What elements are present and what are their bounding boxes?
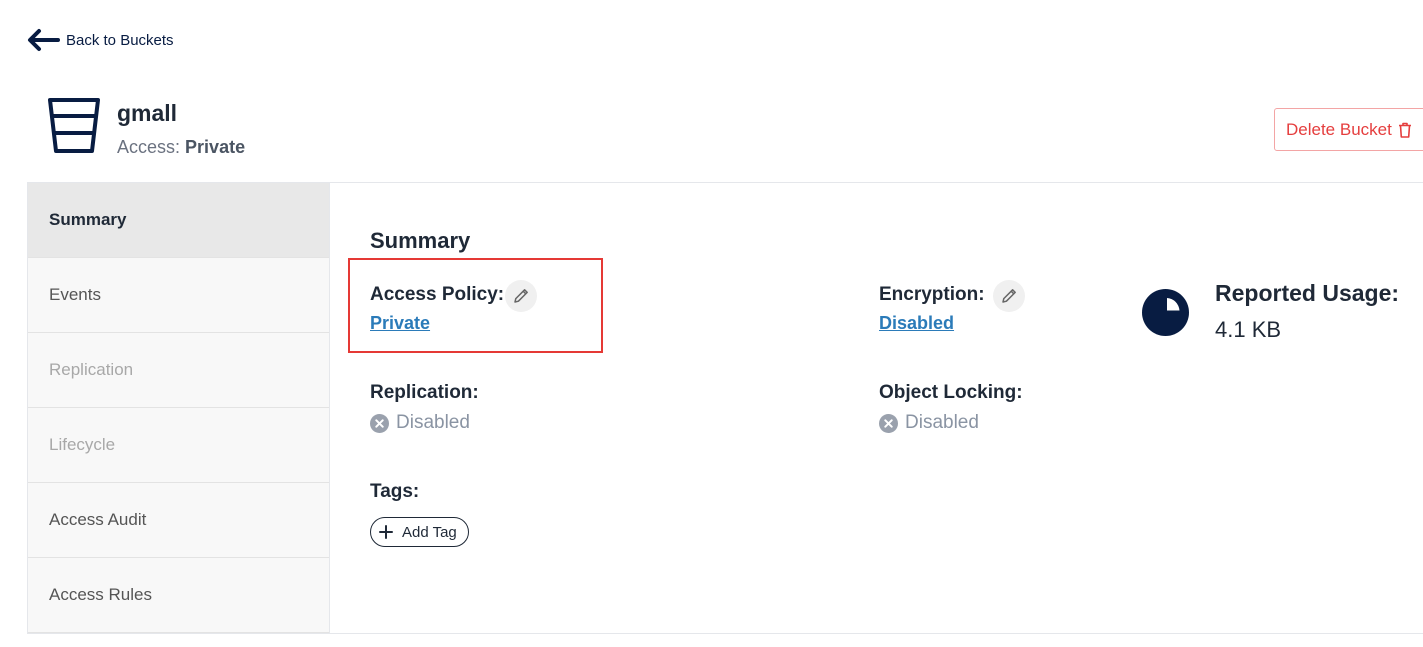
tags-label: Tags: <box>370 481 420 502</box>
bucket-access-prefix: Access: <box>117 137 181 157</box>
reported-usage-label: Reported Usage: <box>1215 280 1400 306</box>
bucket-header: gmall Access: Private <box>45 96 245 158</box>
content-bottom-divider <box>27 633 1423 634</box>
plus-icon <box>379 525 393 539</box>
replication-status: Disabled <box>370 412 470 434</box>
back-arrow-icon <box>28 29 60 51</box>
bucket-name: gmall <box>117 100 178 126</box>
add-tag-label: Add Tag <box>402 523 457 541</box>
sidebar-item-events[interactable]: Events <box>28 258 329 333</box>
back-link-label: Back to Buckets <box>66 31 174 49</box>
delete-bucket-button[interactable]: Delete Bucket <box>1274 108 1423 151</box>
edit-encryption-button[interactable] <box>993 280 1025 312</box>
back-to-buckets-link[interactable]: Back to Buckets <box>26 28 174 52</box>
object-locking-status: Disabled <box>879 412 979 434</box>
pie-chart-icon <box>1142 289 1189 336</box>
access-policy-label: Access Policy: <box>370 284 505 305</box>
sidebar-item-summary[interactable]: Summary <box>28 183 329 258</box>
summary-title: Summary <box>370 228 471 253</box>
sidebar-item-access-rules[interactable]: Access Rules <box>28 558 329 633</box>
bucket-sidebar: Summary Events Replication Lifecycle Acc… <box>27 183 330 633</box>
trash-icon <box>1398 122 1411 138</box>
delete-bucket-label: Delete Bucket <box>1286 119 1392 139</box>
object-locking-status-text: Disabled <box>905 412 979 433</box>
reported-usage-value: 4.1 KB <box>1215 317 1282 342</box>
sidebar-item-lifecycle[interactable]: Lifecycle <box>28 408 329 483</box>
access-policy-value-link[interactable]: Private <box>370 313 430 334</box>
bucket-icon <box>48 98 100 153</box>
edit-access-policy-button[interactable] <box>505 280 537 312</box>
replication-status-text: Disabled <box>396 412 470 433</box>
sidebar-item-access-audit[interactable]: Access Audit <box>28 483 329 558</box>
x-circle-icon <box>879 413 898 433</box>
encryption-label: Encryption: <box>879 284 985 305</box>
add-tag-button[interactable]: Add Tag <box>370 517 469 547</box>
encryption-value-link[interactable]: Disabled <box>879 313 954 334</box>
replication-label: Replication: <box>370 382 479 403</box>
bucket-access: Access: Private <box>117 137 245 158</box>
bucket-access-value: Private <box>185 137 246 157</box>
object-locking-label: Object Locking: <box>879 382 1023 403</box>
x-circle-icon <box>370 413 389 433</box>
sidebar-item-replication[interactable]: Replication <box>28 333 329 408</box>
pencil-icon <box>514 289 528 303</box>
bucket-title-block: gmall Access: Private <box>117 96 245 158</box>
pencil-icon <box>1002 289 1016 303</box>
